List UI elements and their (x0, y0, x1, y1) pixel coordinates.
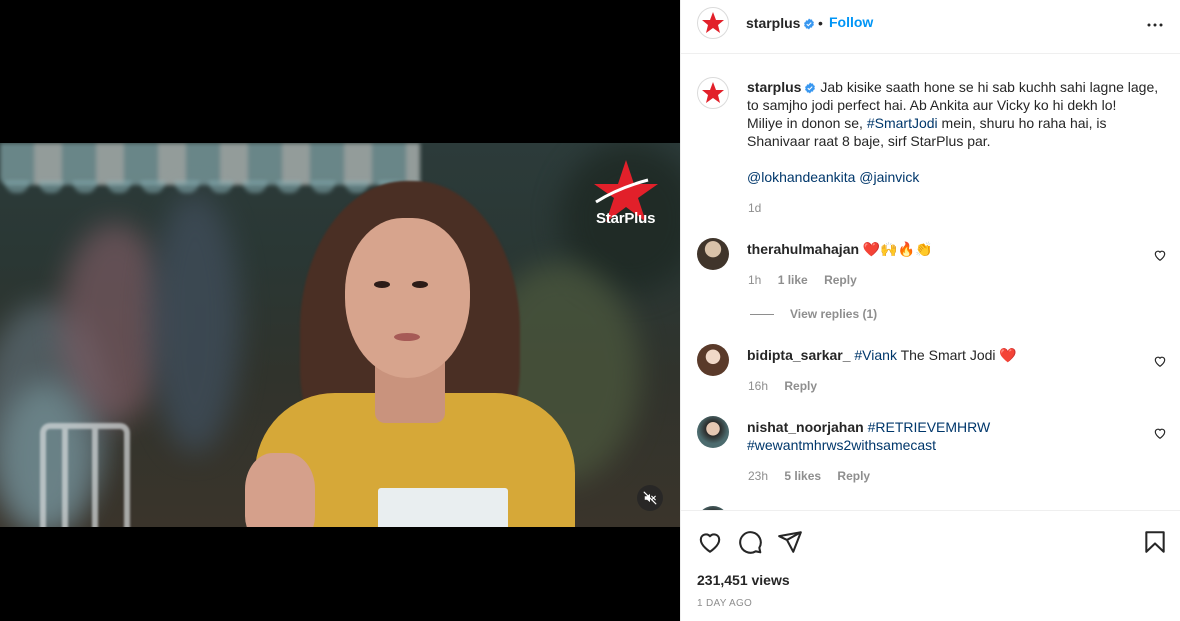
comment-timestamp[interactable]: 1h (748, 273, 761, 287)
divider-line (750, 314, 774, 316)
hashtag-link[interactable]: #Viank (854, 347, 897, 363)
comment-icon[interactable] (737, 529, 763, 555)
caption-username[interactable]: starplus (747, 79, 801, 95)
post-author-username[interactable]: starplus (746, 15, 815, 31)
comment-meta: 1h 1 like Reply (748, 273, 870, 287)
hashtag-link[interactable]: #RETRIEVEMHRW (868, 419, 991, 435)
comment-body: The Smart Jodi (896, 347, 1000, 363)
muted-speaker-icon (643, 491, 657, 505)
video-person-face (345, 218, 470, 378)
video-person-eye (374, 281, 390, 288)
comments-list[interactable]: starplus Jab kisike saath hone se hi sab… (681, 55, 1180, 510)
comment-text: therahulmahajan ❤️🙌🔥👏 (747, 240, 1147, 258)
more-options-icon[interactable] (1143, 13, 1167, 37)
video-person-eye (412, 281, 428, 288)
media-panel: StarPlus (0, 0, 680, 621)
table-card (378, 488, 508, 527)
view-replies-button[interactable]: View replies (1) (750, 307, 877, 321)
comment-likes-count[interactable]: 1 like (778, 273, 808, 287)
comment-item: nishat_noorjahan #RETRIEVEMHRW #wewantmh… (681, 416, 1180, 498)
heart-icon[interactable] (697, 529, 723, 555)
views-count[interactable]: 231,451 views (697, 572, 790, 588)
post-header: starplus • Follow (681, 0, 1180, 54)
starplus-logo-text: StarPlus (596, 210, 656, 227)
separator-dot: • (818, 15, 823, 31)
hashtag-link[interactable]: #wewantmhrws2withsamecast (747, 437, 936, 453)
verified-badge-icon (804, 18, 815, 30)
mention-link[interactable]: @lokhandeankita (747, 169, 855, 185)
avatar[interactable] (697, 416, 729, 448)
starplus-avatar-icon (702, 82, 724, 103)
avatar[interactable] (697, 77, 729, 109)
hashtag-link[interactable]: #SmartJodi (867, 115, 938, 131)
comment-item: therahulmahajan ❤️🙌🔥👏 1h 1 like Reply (681, 238, 1180, 300)
chair (40, 423, 130, 527)
comment-likes-count[interactable]: 5 likes (784, 469, 821, 483)
comment-emojis: ❤️🙌🔥👏 (862, 241, 933, 257)
post-side-panel: starplus • Follow starplus Jab kisike sa… (680, 0, 1180, 621)
comment-text: bidipta_sarkar_ #Viank The Smart Jodi ❤️ (747, 346, 1147, 364)
username-text[interactable]: starplus (746, 15, 800, 31)
post-actions: 231,451 views 1 DAY AGO (681, 510, 1180, 621)
avatar[interactable] (697, 344, 729, 376)
starplus-avatar-icon (702, 12, 724, 33)
awning (0, 143, 420, 185)
caption-timestamp[interactable]: 1d (748, 201, 761, 215)
video-player[interactable]: StarPlus (0, 143, 680, 527)
caption: starplus Jab kisike saath hone se hi sab… (747, 78, 1172, 186)
comment-like-heart-icon[interactable] (1153, 354, 1167, 368)
comment-meta: 16h Reply (748, 379, 830, 393)
reply-button[interactable]: Reply (784, 379, 817, 393)
comment-emoji: ❤️ (999, 347, 1017, 363)
follow-button[interactable]: Follow (829, 14, 873, 30)
post-date[interactable]: 1 DAY AGO (697, 598, 752, 609)
caption-text: Miliye in donon se, (747, 115, 867, 131)
bg-shape (150, 193, 240, 453)
bookmark-icon[interactable] (1142, 529, 1168, 555)
mention-link[interactable]: @jainvick (859, 169, 919, 185)
video-person-hand (245, 453, 315, 527)
comment-like-heart-icon[interactable] (1153, 248, 1167, 262)
verified-badge-icon (805, 82, 816, 94)
avatar[interactable] (697, 238, 729, 270)
video-person-mouth (394, 333, 420, 341)
comment-like-heart-icon[interactable] (1153, 426, 1167, 440)
view-replies-label: View replies (1) (790, 307, 878, 321)
comment-item: bidipta_sarkar_ #Viank The Smart Jodi ❤️… (681, 344, 1180, 406)
send-icon[interactable] (777, 529, 803, 555)
comment-timestamp[interactable]: 16h (748, 379, 768, 393)
reply-button[interactable]: Reply (837, 469, 870, 483)
comment-username[interactable]: bidipta_sarkar_ (747, 347, 851, 363)
awning-scallop (0, 181, 420, 193)
comment-username[interactable]: therahulmahajan (747, 241, 859, 257)
avatar[interactable] (697, 7, 729, 39)
comment-meta: 23h 5 likes Reply (748, 469, 883, 483)
mute-button[interactable] (637, 485, 663, 511)
comment-username[interactable]: nishat_noorjahan (747, 419, 864, 435)
reply-button[interactable]: Reply (824, 273, 857, 287)
comment-text: nishat_noorjahan #RETRIEVEMHRW #wewantmh… (747, 418, 1147, 454)
comment-timestamp[interactable]: 23h (748, 469, 768, 483)
